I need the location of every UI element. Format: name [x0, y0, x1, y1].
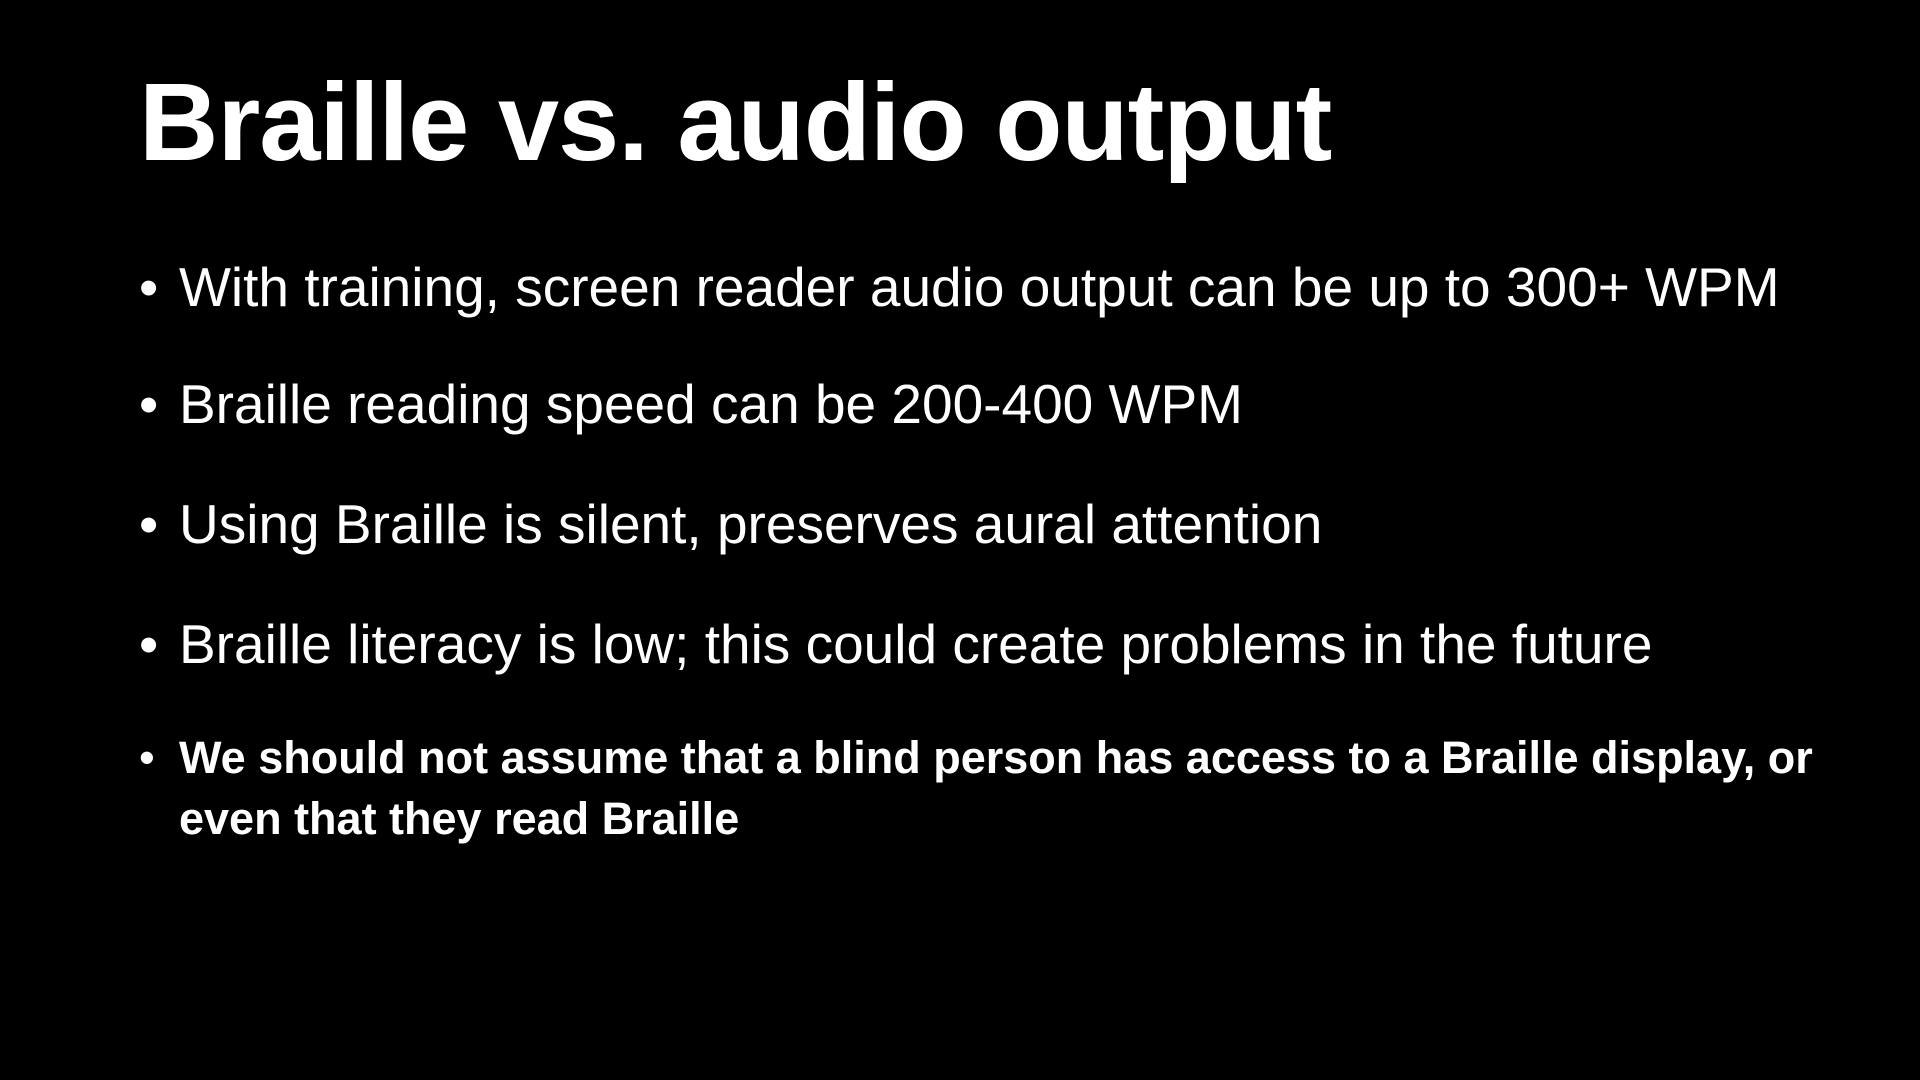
bullet-text: Using Braille is silent, preserves aural…: [179, 493, 1323, 555]
bullet-item-audio-speed: • With training, screen reader audio out…: [139, 252, 1819, 322]
bullet-list: • With training, screen reader audio out…: [139, 252, 1819, 849]
bullet-text: With training, screen reader audio outpu…: [179, 256, 1780, 318]
bullet-dot-icon: •: [139, 256, 159, 318]
slide-title: Braille vs. audio output: [139, 61, 1332, 184]
bullet-dot-icon: •: [139, 613, 159, 675]
bullet-dot-icon: •: [139, 373, 159, 435]
bullet-dot-icon: •: [139, 493, 159, 555]
bullet-item-assumption: • We should not assume that a blind pers…: [139, 727, 1819, 849]
bullet-text: Braille reading speed can be 200-400 WPM: [179, 373, 1243, 435]
bullet-text: We should not assume that a blind person…: [179, 732, 1813, 844]
bullet-item-literacy: • Braille literacy is low; this could cr…: [139, 609, 1819, 679]
slide: Braille vs. audio output • With training…: [0, 0, 1920, 1080]
bullet-item-braille-speed: • Braille reading speed can be 200-400 W…: [139, 369, 1819, 439]
bullet-item-silent: • Using Braille is silent, preserves aur…: [139, 489, 1819, 559]
bullet-dot-icon: •: [139, 732, 155, 783]
bullet-text: Braille literacy is low; this could crea…: [179, 613, 1653, 675]
